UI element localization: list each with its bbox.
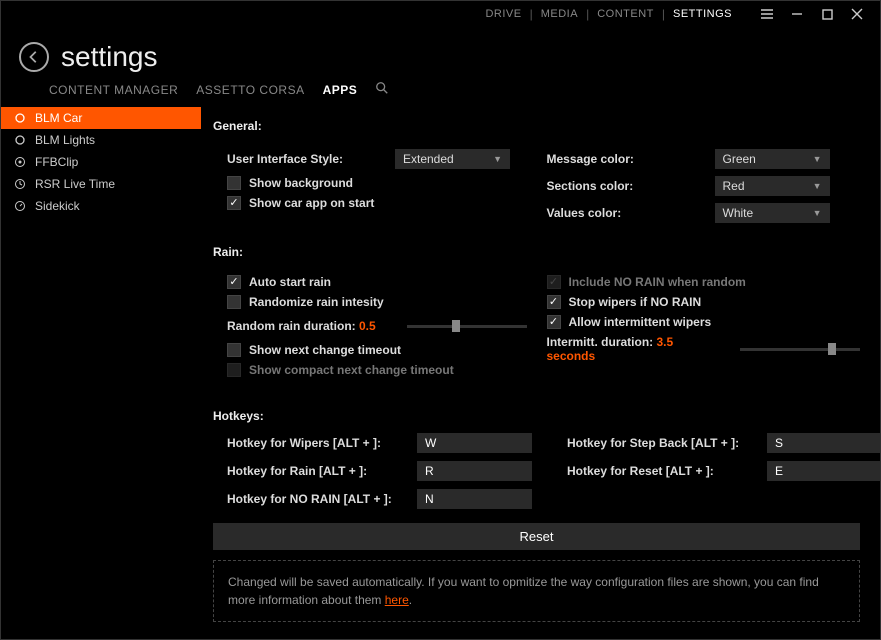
- show-car-checkbox[interactable]: [227, 196, 241, 210]
- sidebar-item-label: BLM Lights: [35, 133, 95, 147]
- page-title: settings: [61, 41, 158, 73]
- sections-color-label: Sections color:: [547, 179, 707, 193]
- hotkey-stepback-label: Hotkey for Step Back [ALT + ]:: [567, 436, 767, 450]
- chevron-down-icon: ▼: [813, 154, 822, 164]
- info-text: Changed will be saved automatically. If …: [228, 575, 819, 607]
- sidebar-item-label: FFBClip: [35, 155, 78, 169]
- nav-content[interactable]: CONTENT: [589, 8, 662, 20]
- reset-button[interactable]: Reset: [213, 523, 860, 550]
- ui-style-label: User Interface Style:: [227, 152, 387, 166]
- sections-color-dropdown[interactable]: Red ▼: [715, 176, 830, 196]
- hotkey-wipers-label: Hotkey for Wipers [ALT + ]:: [227, 436, 417, 450]
- chevron-down-icon: ▼: [493, 154, 502, 164]
- show-next-timeout-checkbox[interactable]: [227, 343, 241, 357]
- chevron-down-icon: ▼: [813, 208, 822, 218]
- section-rain: Rain:: [213, 245, 860, 259]
- nav-drive[interactable]: DRIVE: [477, 8, 529, 20]
- show-background-checkbox[interactable]: [227, 176, 241, 190]
- ui-style-dropdown[interactable]: Extended ▼: [395, 149, 510, 169]
- circle-icon: [13, 133, 27, 147]
- intermitt-duration-slider[interactable]: [740, 340, 860, 358]
- close-button[interactable]: [842, 1, 872, 27]
- maximize-button[interactable]: [812, 1, 842, 27]
- minimize-button[interactable]: [782, 1, 812, 27]
- stop-wipers-checkbox[interactable]: [547, 295, 561, 309]
- hotkey-rain-label: Hotkey for Rain [ALT + ]:: [227, 464, 417, 478]
- show-car-label: Show car app on start: [249, 196, 374, 210]
- tab-assetto-corsa[interactable]: ASSETTO CORSA: [196, 83, 304, 97]
- gauge-icon: [13, 199, 27, 213]
- sidebar-item-blm-lights[interactable]: BLM Lights: [1, 129, 201, 151]
- show-compact-timeout-checkbox[interactable]: [227, 363, 241, 377]
- section-general: General:: [213, 119, 860, 133]
- info-box: Changed will be saved automatically. If …: [213, 560, 860, 622]
- sidebar-item-blm-car[interactable]: BLM Car: [1, 107, 201, 129]
- dropdown-value: White: [723, 206, 754, 220]
- allow-intermittent-checkbox[interactable]: [547, 315, 561, 329]
- random-duration-value: 0.5: [359, 319, 376, 333]
- sidebar-item-sidekick[interactable]: Sidekick: [1, 195, 201, 217]
- sidebar-item-label: RSR Live Time: [35, 177, 115, 191]
- auto-start-rain-label: Auto start rain: [249, 275, 331, 289]
- search-icon[interactable]: [375, 81, 389, 98]
- tab-content-manager[interactable]: CONTENT MANAGER: [49, 83, 178, 97]
- hotkey-norain-label: Hotkey for NO RAIN [ALT + ]:: [227, 492, 417, 506]
- circle-icon: [13, 111, 27, 125]
- hotkey-reset-label: Hotkey for Reset [ALT + ]:: [567, 464, 767, 478]
- sidebar: BLM Car BLM Lights FFBClip RSR Live Time…: [1, 105, 201, 639]
- include-no-rain-label: Include NO RAIN when random: [569, 275, 746, 289]
- sidebar-item-label: Sidekick: [35, 199, 80, 213]
- clock-icon: [13, 177, 27, 191]
- dropdown-value: Red: [723, 179, 745, 193]
- hotkey-stepback-input[interactable]: S: [767, 433, 880, 453]
- sidebar-item-label: BLM Car: [35, 111, 82, 125]
- nav-settings[interactable]: SETTINGS: [665, 8, 740, 20]
- auto-start-rain-checkbox[interactable]: [227, 275, 241, 289]
- hamburger-icon[interactable]: [752, 1, 782, 27]
- randomize-intensity-checkbox[interactable]: [227, 295, 241, 309]
- chevron-down-icon: ▼: [813, 181, 822, 191]
- nav-media[interactable]: MEDIA: [533, 8, 586, 20]
- tab-apps[interactable]: APPS: [323, 83, 358, 97]
- stop-wipers-label: Stop wipers if NO RAIN: [569, 295, 702, 309]
- values-color-label: Values color:: [547, 206, 707, 220]
- values-color-dropdown[interactable]: White ▼: [715, 203, 830, 223]
- intermitt-duration-label: Intermitt. duration: 3.5 seconds: [547, 335, 725, 363]
- hotkey-wipers-input[interactable]: W: [417, 433, 532, 453]
- message-color-label: Message color:: [547, 152, 707, 166]
- random-duration-slider[interactable]: [407, 317, 527, 335]
- message-color-dropdown[interactable]: Green ▼: [715, 149, 830, 169]
- info-link[interactable]: here: [385, 593, 409, 607]
- dropdown-value: Extended: [403, 152, 454, 166]
- show-background-label: Show background: [249, 176, 353, 190]
- hotkey-reset-input[interactable]: E: [767, 461, 880, 481]
- show-compact-timeout-label: Show compact next change timeout: [249, 363, 454, 377]
- section-hotkeys: Hotkeys:: [213, 409, 860, 423]
- gear-icon: [13, 155, 27, 169]
- dropdown-value: Green: [723, 152, 756, 166]
- sidebar-item-ffbclip[interactable]: FFBClip: [1, 151, 201, 173]
- show-next-timeout-label: Show next change timeout: [249, 343, 401, 357]
- allow-intermittent-label: Allow intermittent wipers: [569, 315, 712, 329]
- hotkey-norain-input[interactable]: N: [417, 489, 532, 509]
- random-duration-label: Random rain duration: 0.5: [227, 319, 376, 333]
- hotkey-rain-input[interactable]: R: [417, 461, 532, 481]
- include-no-rain-checkbox[interactable]: [547, 275, 561, 289]
- back-button[interactable]: [19, 42, 49, 72]
- sidebar-item-rsr[interactable]: RSR Live Time: [1, 173, 201, 195]
- randomize-intensity-label: Randomize rain intesity: [249, 295, 384, 309]
